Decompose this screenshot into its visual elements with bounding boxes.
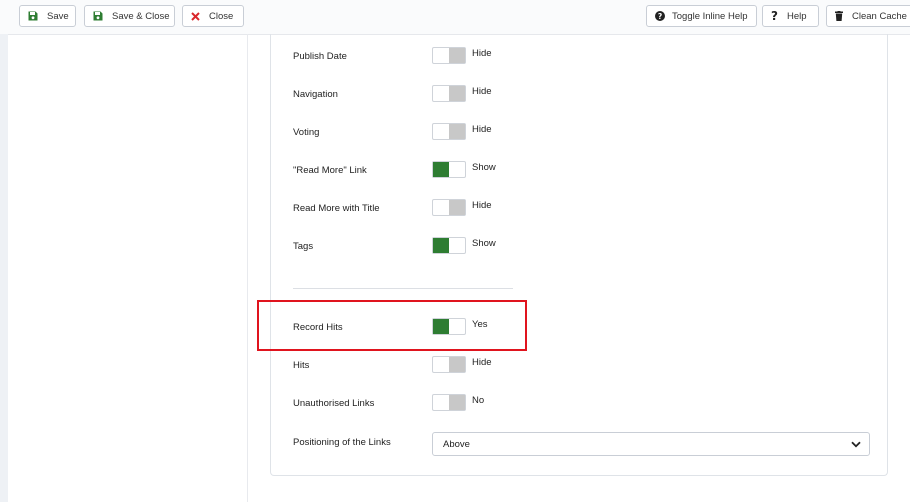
left-edge-strip: [0, 34, 8, 502]
clean-cache-button[interactable]: Clean Cache: [826, 5, 910, 27]
save-close-label: Save & Close: [112, 10, 170, 22]
svg-text:?: ?: [658, 12, 662, 21]
option-label: Read More with Title: [293, 203, 380, 214]
chevron-down-icon: [843, 433, 869, 455]
option-state: Show: [472, 162, 496, 173]
option-label: Voting: [293, 127, 320, 138]
option-state: Hide: [472, 124, 492, 135]
positioning-select-value: Above: [443, 439, 470, 450]
close-button[interactable]: Close: [182, 5, 244, 27]
option-read-more-with-title: Read More with Title Hide: [293, 199, 693, 219]
read-more-with-title-toggle[interactable]: [432, 199, 466, 216]
voting-toggle[interactable]: [432, 123, 466, 140]
option-voting: Voting Hide: [293, 123, 693, 143]
option-read-more-link: "Read More" Link Show: [293, 161, 693, 181]
option-state: No: [472, 395, 485, 406]
option-hits: Hits Hide: [293, 356, 693, 376]
option-label: Unauthorised Links: [293, 398, 375, 409]
unauthorised-links-toggle[interactable]: [432, 394, 466, 411]
help-button[interactable]: ? Help: [762, 5, 819, 27]
section-divider: [293, 288, 513, 289]
option-state: Hide: [472, 48, 492, 59]
help-label: Help: [786, 10, 807, 22]
navigation-toggle[interactable]: [432, 85, 466, 102]
option-label: Positioning of the Links: [293, 437, 391, 448]
option-label: Publish Date: [293, 51, 347, 62]
toggle-inline-help-button[interactable]: ? Toggle Inline Help: [646, 5, 757, 27]
floppy-disk-icon: [93, 11, 103, 21]
save-label: Save: [47, 10, 69, 22]
floppy-disk-icon: [28, 11, 38, 21]
hits-toggle[interactable]: [432, 356, 466, 373]
option-tags: Tags Show: [293, 237, 693, 257]
option-state: Hide: [472, 357, 492, 368]
sidebar-divider: [247, 34, 248, 502]
question-mark-icon: ?: [771, 9, 778, 23]
option-navigation: Navigation Hide: [293, 85, 693, 105]
toolbar: Save Save & Close Close ? Toggle Inline …: [0, 0, 910, 35]
publish-date-toggle[interactable]: [432, 47, 466, 64]
save-button[interactable]: Save: [19, 5, 76, 27]
x-icon: [191, 11, 200, 21]
highlight-box: [257, 300, 527, 351]
option-publish-date: Publish Date Hide: [293, 47, 693, 67]
close-label: Close: [209, 10, 234, 22]
question-circle-icon: ?: [655, 11, 665, 21]
option-label: Tags: [293, 241, 314, 252]
option-state: Hide: [472, 86, 492, 97]
option-label: Hits: [293, 360, 310, 371]
option-label: Navigation: [293, 89, 338, 100]
toggle-inline-help-label: Toggle Inline Help: [672, 10, 748, 22]
save-close-button[interactable]: Save & Close: [84, 5, 175, 27]
read-more-link-toggle[interactable]: [432, 161, 466, 178]
trash-icon: [835, 11, 843, 21]
option-state: Show: [472, 238, 496, 249]
option-label: "Read More" Link: [293, 165, 367, 176]
option-unauthorised-links: Unauthorised Links No: [293, 394, 693, 414]
tags-toggle[interactable]: [432, 237, 466, 254]
positioning-select[interactable]: Above: [432, 432, 870, 456]
option-state: Hide: [472, 200, 492, 211]
clean-cache-label: Clean Cache: [852, 10, 907, 22]
